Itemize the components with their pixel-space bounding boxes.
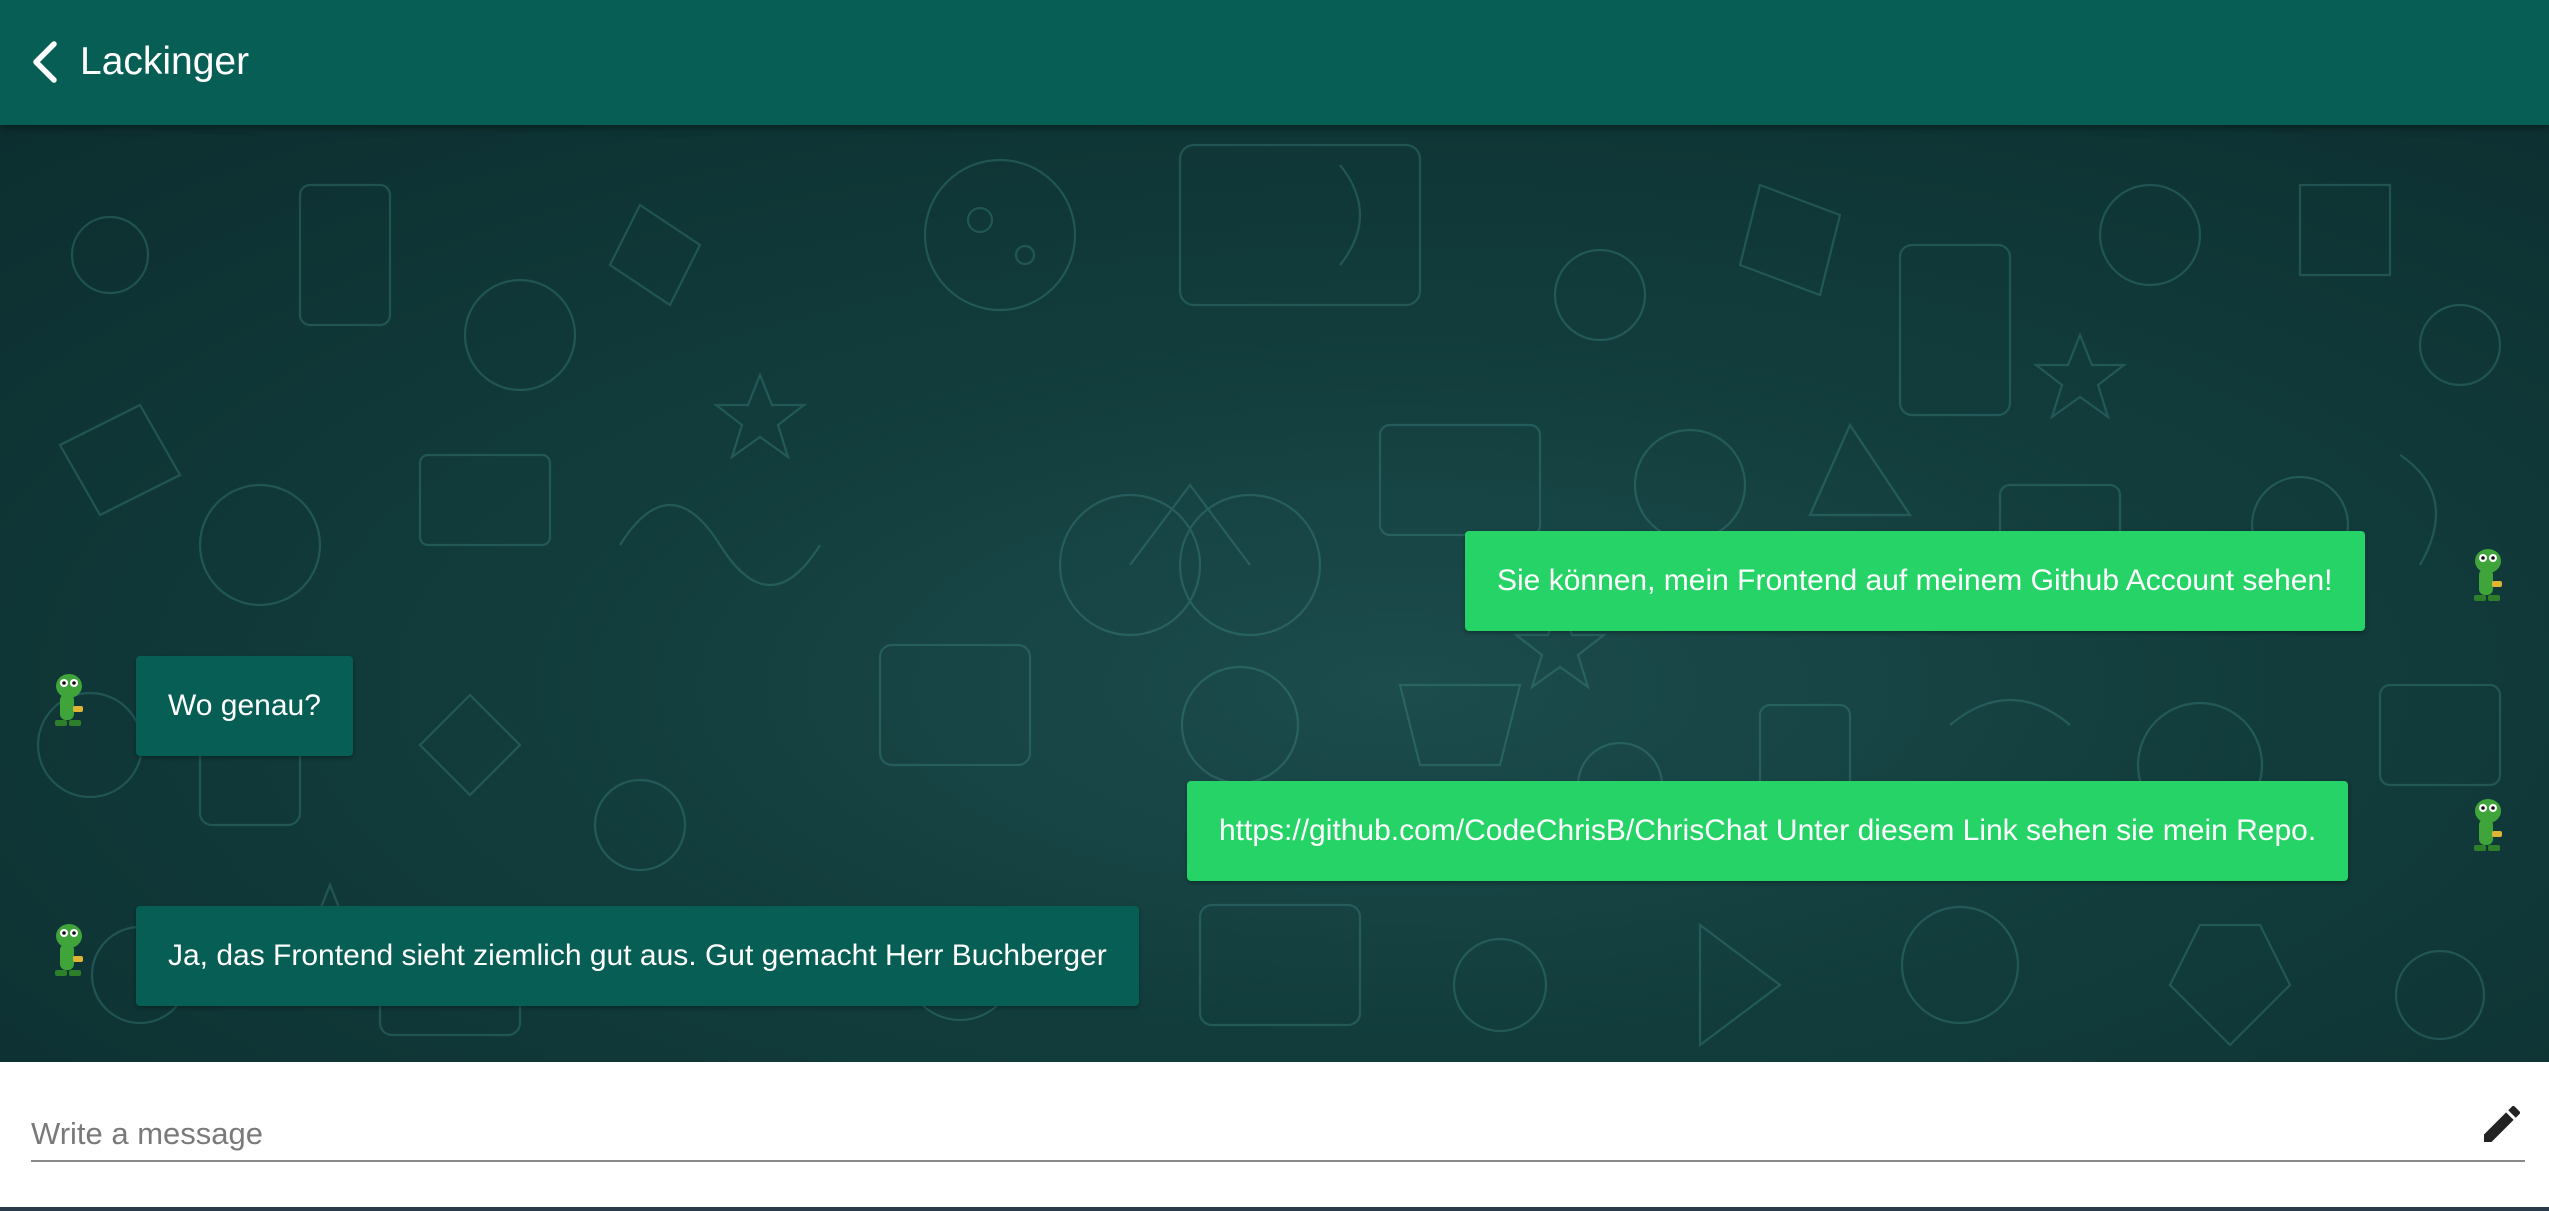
message-bubble-sent: https://github.com/CodeChrisB/ChrisChat …	[1187, 781, 2349, 881]
message-bubble-received: Ja, das Frontend sieht ziemlich gut aus.…	[136, 906, 1139, 1006]
message-input[interactable]	[31, 1108, 2525, 1162]
chat-app: Lackinger Sie können, mein Frontend auf …	[0, 0, 2549, 1211]
dino-avatar-icon	[2474, 549, 2502, 601]
message-text: Sie können, mein Frontend auf meinem Git…	[1497, 564, 2333, 597]
message-text: Ja, das Frontend sieht ziemlich gut aus.…	[168, 939, 1107, 972]
pencil-icon[interactable]	[2478, 1100, 2526, 1148]
message-text: https://github.com/CodeChrisB/ChrisChat …	[1219, 814, 2317, 847]
chevron-left-icon	[33, 41, 57, 83]
message-list[interactable]: Sie können, mein Frontend auf meinem Git…	[0, 125, 2549, 1062]
back-button[interactable]	[22, 36, 68, 88]
dino-avatar-icon	[55, 674, 83, 726]
message-text: Wo genau?	[168, 689, 321, 722]
message-bubble-received: Wo genau?	[136, 656, 353, 756]
message-bubble-sent: Sie können, mein Frontend auf meinem Git…	[1465, 531, 2365, 631]
bottom-divider	[0, 1207, 2549, 1211]
dino-avatar-icon	[2474, 799, 2502, 851]
contact-name: Lackinger	[80, 40, 250, 83]
chat-header: Lackinger	[0, 0, 2549, 125]
dino-avatar-icon	[55, 924, 83, 976]
